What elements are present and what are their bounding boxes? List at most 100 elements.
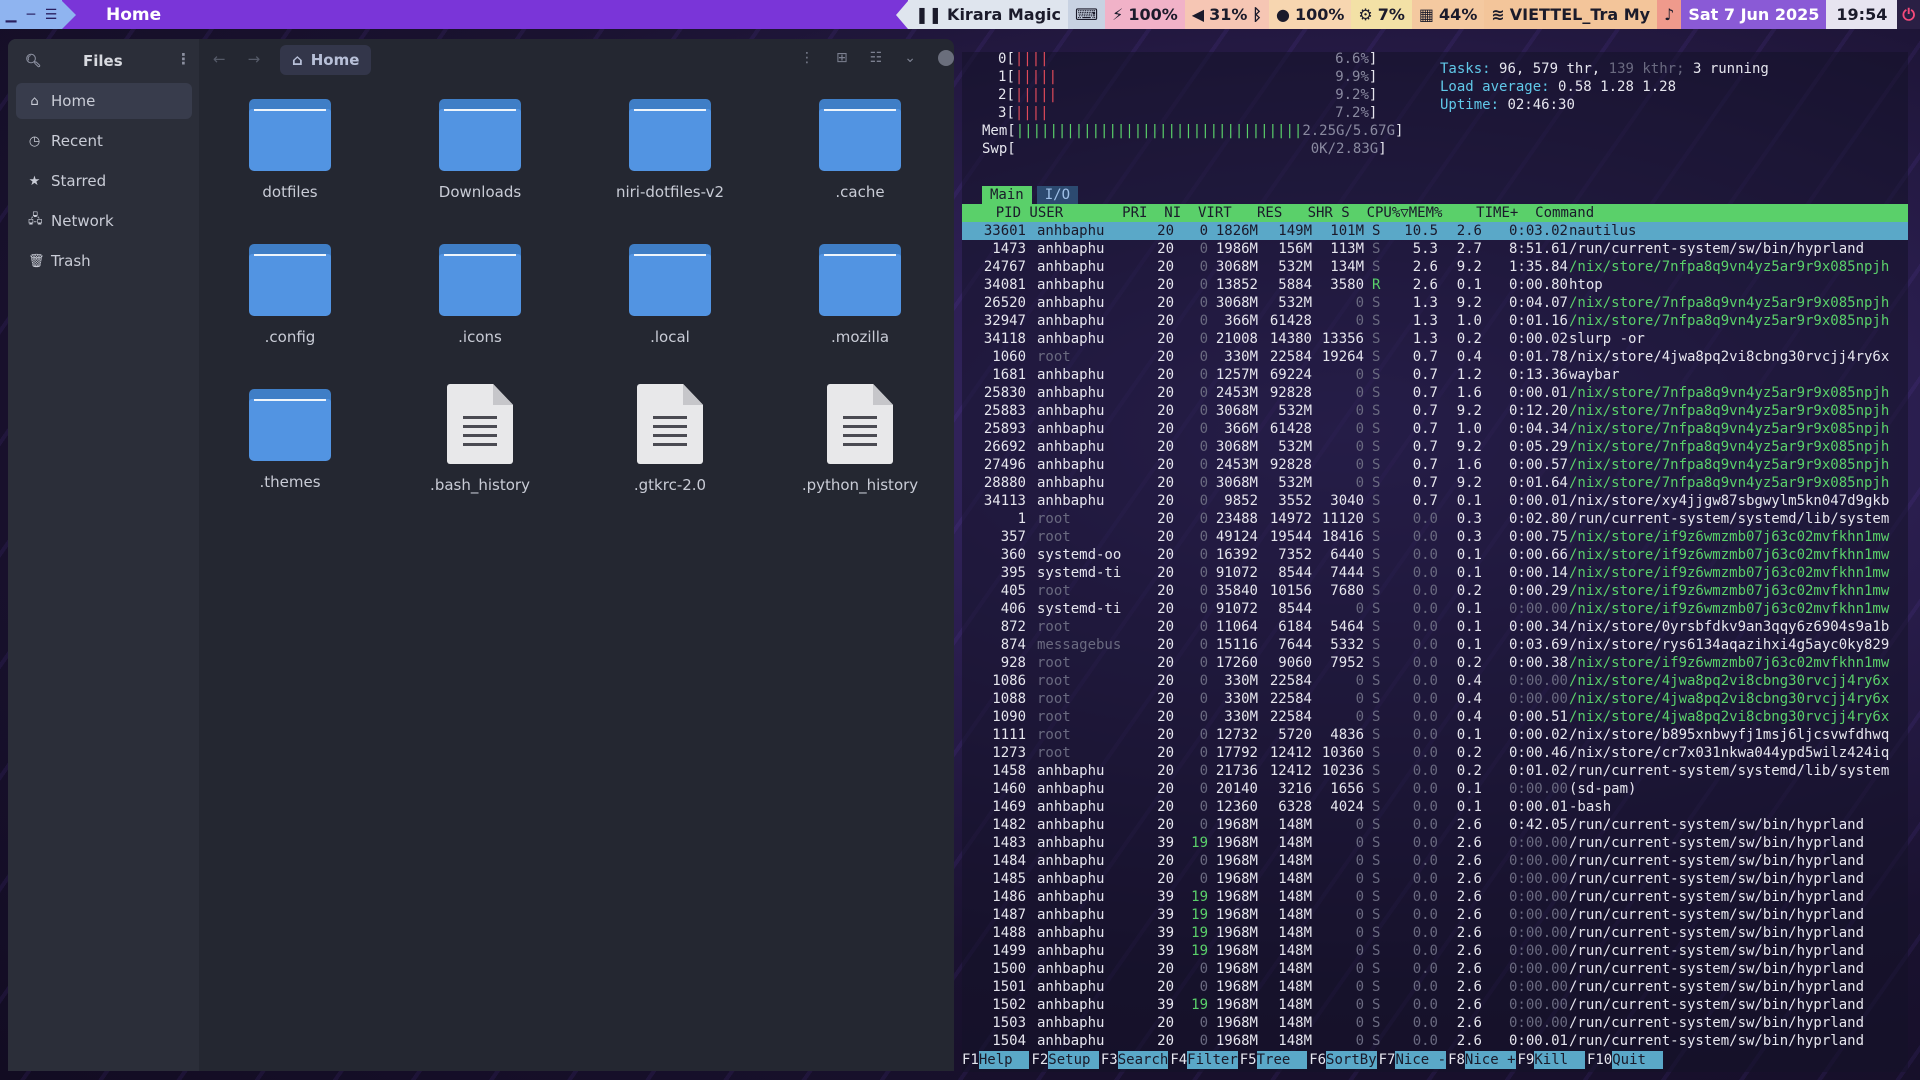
fkey-label[interactable]: Tree <box>1256 1051 1308 1069</box>
folder-item[interactable]: niri-dotfiles-v2 <box>595 94 745 234</box>
fkey-f10[interactable]: F10 <box>1587 1051 1612 1069</box>
fkey-label[interactable]: Setup <box>1048 1051 1099 1069</box>
process-row[interactable]: 34118 anhbaphu 20 0 21008 14380 13356 S 1.3 0.2 0:… <box>962 330 1908 348</box>
htop-terminal[interactable]: 0[|||| 6.6%] 1[||||| 9.9%] 2[||||| 9.2%] 3[… <box>962 51 1908 1072</box>
process-row[interactable]: 395 systemd-ti 20 0 91072 8544 7444 S 0.0 0.1 0:00… <box>962 564 1908 582</box>
notification-widget[interactable]: ♪ <box>1657 0 1682 29</box>
process-row[interactable]: 1473 anhbaphu 20 0 1986M 156M 113M S 5.3 2.7 8:51.… <box>962 240 1908 258</box>
folder-item[interactable]: dotfiles <box>215 94 365 234</box>
fkey-label[interactable]: Nice + <box>1464 1051 1516 1069</box>
fkey-label[interactable]: Kill <box>1534 1051 1585 1069</box>
back-icon[interactable]: ← <box>213 50 226 68</box>
minimize-icon[interactable]: ▁ <box>4 8 18 22</box>
process-row[interactable]: 1086 root 20 0 330M 22584 0 S 0.0 0.4 0:00.00/nix/… <box>962 672 1908 690</box>
process-row[interactable]: 1488 anhbaphu 39 19 1968M 148M 0 S 0.0 2.6 0:00.00… <box>962 924 1908 942</box>
fkey-label[interactable]: SortBy <box>1326 1051 1377 1069</box>
sidebar-item-trash[interactable]: 🗑︎ Trash <box>16 243 192 279</box>
process-row[interactable]: 1469 anhbaphu 20 0 12360 6328 4024 S 0.0 0.1 0:00.… <box>962 798 1908 816</box>
fkey-f6[interactable]: F6 <box>1309 1051 1326 1069</box>
process-row[interactable]: 357 root 20 0 49124 19544 18416 S 0.0 0.3 0:00.75/… <box>962 528 1908 546</box>
wifi-widget[interactable]: ≋ VIETTEL_Tra My <box>1484 0 1658 29</box>
process-row[interactable]: 1501 anhbaphu 20 0 1968M 148M 0 S 0.0 2.6 0:00.00/… <box>962 978 1908 996</box>
fkey-f8[interactable]: F8 <box>1448 1051 1465 1069</box>
sidebar-item-network[interactable]: 🖧︎ Network <box>16 203 192 239</box>
breadcrumb[interactable]: ⌂ Home <box>280 45 372 75</box>
process-row[interactable]: 26692 anhbaphu 20 0 3068M 532M 0 S 0.7 9.2 0:05.29… <box>962 438 1908 456</box>
fkey-f4[interactable]: F4 <box>1170 1051 1187 1069</box>
file-item[interactable]: .gtkrc-2.0 <box>595 384 745 524</box>
process-row[interactable]: 405 root 20 0 35840 10156 7680 S 0.0 0.2 0:00.29/n… <box>962 582 1908 600</box>
clock-widget[interactable]: 19:54 <box>1826 0 1898 29</box>
new-folder-icon[interactable]: ⊞ <box>836 50 848 66</box>
tab-io[interactable]: I/O <box>1036 186 1079 204</box>
fkey-label[interactable]: Help <box>978 1051 1030 1069</box>
tab-main[interactable]: Main <box>982 186 1032 204</box>
sidebar-item-home[interactable]: ⌂ Home <box>16 83 192 119</box>
folder-item[interactable]: .config <box>215 239 365 379</box>
chevron-down-icon[interactable]: ⌄ <box>904 50 916 66</box>
process-row[interactable]: 1090 root 20 0 330M 22584 0 S 0.0 0.4 0:00.51/nix/… <box>962 708 1908 726</box>
process-row[interactable]: 1681 anhbaphu 20 0 1257M 69224 0 S 0.7 1.2 0:13.36… <box>962 366 1908 384</box>
process-row[interactable]: 25883 anhbaphu 20 0 3068M 532M 0 S 0.7 9.2 0:12.20… <box>962 402 1908 420</box>
fkey-label[interactable]: Filter <box>1187 1051 1238 1069</box>
process-row[interactable]: 1500 anhbaphu 20 0 1968M 148M 0 S 0.0 2.6 0:00.00/… <box>962 960 1908 978</box>
cpu-widget[interactable]: ⚙ 7% <box>1351 0 1412 29</box>
power-icon[interactable]: ⏻ <box>1897 0 1920 29</box>
process-row[interactable]: 874 messagebus 20 0 15116 7644 5332 S 0.0 0.1 0:03… <box>962 636 1908 654</box>
process-row[interactable]: 32947 anhbaphu 20 0 366M 61428 0 S 1.3 1.0 0:01.16… <box>962 312 1908 330</box>
process-row[interactable]: 1504 anhbaphu 20 0 1968M 148M 0 S 0.0 2.6 0:00.01/… <box>962 1032 1908 1050</box>
process-row[interactable]: 1487 anhbaphu 39 19 1968M 148M 0 S 0.0 2.6 0:00.00… <box>962 906 1908 924</box>
process-row[interactable]: 25830 anhbaphu 20 0 2453M 92828 0 S 0.7 1.6 0:00.0… <box>962 384 1908 402</box>
process-row[interactable]: 26520 anhbaphu 20 0 3068M 532M 0 S 1.3 9.2 0:04.07… <box>962 294 1908 312</box>
brightness-widget[interactable]: ● 100% <box>1269 0 1352 29</box>
process-row[interactable]: 33601 anhbaphu 20 0 1826M 149M 101M S 10.5 2.6 0:0… <box>962 222 1908 240</box>
process-row[interactable]: 406 systemd-ti 20 0 91072 8544 0 S 0.0 0.1 0:00.00… <box>962 600 1908 618</box>
process-row[interactable]: 360 systemd-oo 20 0 16392 7352 6440 S 0.0 0.1 0:00… <box>962 546 1908 564</box>
process-row[interactable]: 928 root 20 0 17260 9060 7952 S 0.0 0.2 0:00.38/ni… <box>962 654 1908 672</box>
workspace-buttons[interactable]: ▁ ─ ☰ <box>0 0 62 29</box>
file-item[interactable]: .python_history <box>785 384 935 524</box>
folder-item[interactable]: .mozilla <box>785 239 935 379</box>
fkey-f7[interactable]: F7 <box>1379 1051 1396 1069</box>
forward-icon[interactable]: → <box>248 50 261 68</box>
fkey-f2[interactable]: F2 <box>1031 1051 1048 1069</box>
fkey-f9[interactable]: F9 <box>1518 1051 1535 1069</box>
process-row[interactable]: 27496 anhbaphu 20 0 2453M 92828 0 S 0.7 1.6 0:00.5… <box>962 456 1908 474</box>
music-widget[interactable]: ❚❚ Kirara Magic <box>908 0 1069 29</box>
process-row[interactable]: 1 root 20 0 23488 14972 11120 S 0.0 0.3 0:02.80/ru… <box>962 510 1908 528</box>
process-row[interactable]: 1482 anhbaphu 20 0 1968M 148M 0 S 0.0 2.6 0:42.05/… <box>962 816 1908 834</box>
process-row[interactable]: 1485 anhbaphu 20 0 1968M 148M 0 S 0.0 2.6 0:00.00/… <box>962 870 1908 888</box>
fkey-label[interactable]: Nice - <box>1395 1051 1447 1069</box>
window-close-icon[interactable] <box>938 50 954 66</box>
process-row[interactable]: 1088 root 20 0 330M 22584 0 S 0.0 0.4 0:00.00/nix/… <box>962 690 1908 708</box>
process-row[interactable]: 872 root 20 0 11064 6184 5464 S 0.0 0.1 0:00.34/ni… <box>962 618 1908 636</box>
volume-widget[interactable]: ◀ 31% ᛒ <box>1184 0 1269 29</box>
fkey-label[interactable]: Quit <box>1612 1051 1663 1069</box>
process-row[interactable]: 1460 anhbaphu 20 0 20140 3216 1656 S 0.0 0.1 0:00.… <box>962 780 1908 798</box>
folder-item[interactable]: .cache <box>785 94 935 234</box>
process-row[interactable]: 34113 anhbaphu 20 0 9852 3552 3040 S 0.7 0.1 0:00.… <box>962 492 1908 510</box>
window-icon[interactable]: ─ <box>24 8 38 22</box>
process-row[interactable]: 1458 anhbaphu 20 0 21736 12412 10236 S 0.0 0.2 0:0… <box>962 762 1908 780</box>
view-toggle-icon[interactable]: ☷ <box>870 50 883 66</box>
folder-item[interactable]: Downloads <box>405 94 555 234</box>
memory-widget[interactable]: ▦ 44% <box>1411 0 1485 29</box>
process-row[interactable]: 1499 anhbaphu 39 19 1968M 148M 0 S 0.0 2.6 0:00.00… <box>962 942 1908 960</box>
process-row[interactable]: 1483 anhbaphu 39 19 1968M 148M 0 S 0.0 2.6 0:00.00… <box>962 834 1908 852</box>
process-row[interactable]: 25893 anhbaphu 20 0 366M 61428 0 S 0.7 1.0 0:04.34… <box>962 420 1908 438</box>
file-item[interactable]: .bash_history <box>405 384 555 524</box>
folder-item[interactable]: .local <box>595 239 745 379</box>
process-row[interactable]: 1502 anhbaphu 39 19 1968M 148M 0 S 0.0 2.6 0:00.00… <box>962 996 1908 1014</box>
process-row[interactable]: 34081 anhbaphu 20 0 13852 5884 3580 R 2.6 0.1 0:00… <box>962 276 1908 294</box>
process-row[interactable]: 1503 anhbaphu 20 0 1968M 148M 0 S 0.0 2.6 0:00.00/… <box>962 1014 1908 1032</box>
fkey-f1[interactable]: F1 <box>962 1051 979 1069</box>
date-widget[interactable]: Sat 7 Jun 2025 <box>1681 0 1827 29</box>
process-row[interactable]: 1111 root 20 0 12732 5720 4836 S 0.0 0.1 0:00.02/n… <box>962 726 1908 744</box>
battery-widget[interactable]: ⚡ 100% <box>1105 0 1185 29</box>
sidebar-item-recent[interactable]: ◷ Recent <box>16 123 192 159</box>
process-row[interactable]: 24767 anhbaphu 20 0 3068M 532M 134M S 2.6 9.2 1:35… <box>962 258 1908 276</box>
fkey-label[interactable]: Search <box>1117 1051 1169 1069</box>
process-row[interactable]: 1273 root 20 0 17792 12412 10360 S 0.0 0.2 0:00.46… <box>962 744 1908 762</box>
sidebar-item-starred[interactable]: ★ Starred <box>16 163 192 199</box>
process-row[interactable]: 1486 anhbaphu 39 19 1968M 148M 0 S 0.0 2.6 0:00.00… <box>962 888 1908 906</box>
